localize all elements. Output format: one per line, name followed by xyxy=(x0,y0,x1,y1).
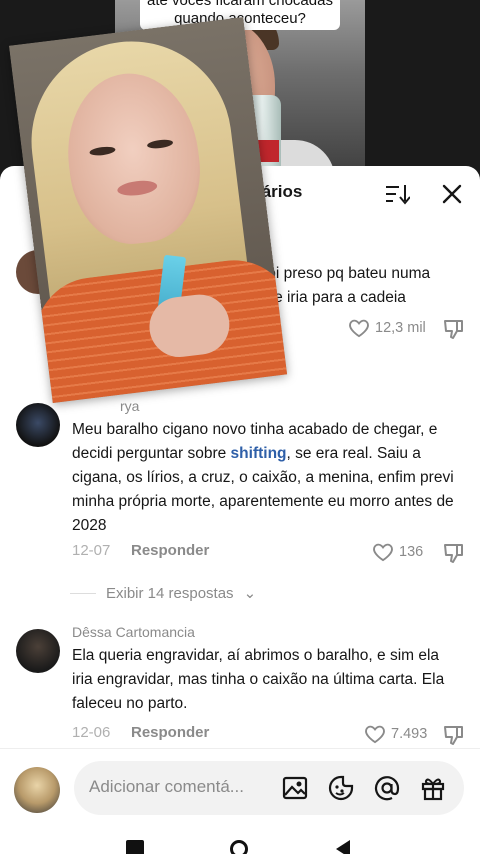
view-replies-label: Exibir 14 respostas xyxy=(106,584,234,602)
divider xyxy=(70,592,96,594)
hashtag-link[interactable]: shifting xyxy=(231,445,287,462)
heart-icon xyxy=(373,543,393,562)
comment-username[interactable]: Dêssa Cartomancia xyxy=(72,624,195,640)
recents-icon[interactable] xyxy=(126,840,144,854)
home-icon[interactable] xyxy=(230,840,248,854)
comment-input-bar: Adicionar comentá... xyxy=(0,748,480,828)
heart-icon xyxy=(349,319,369,338)
dislike-icon[interactable] xyxy=(442,542,464,564)
dislike-icon[interactable] xyxy=(442,318,464,340)
overlay-eye xyxy=(89,145,116,157)
comment-text: Meu baralho cigano novo tinha acabado de… xyxy=(72,418,462,538)
comment-username[interactable]: rya xyxy=(120,398,139,414)
like-count: 12,3 mil xyxy=(375,320,426,336)
heart-icon xyxy=(365,725,385,744)
comment-text-line: e foi preso pq bateu numa xyxy=(250,265,431,282)
reply-button[interactable]: Responder xyxy=(131,542,209,559)
avatar[interactable] xyxy=(16,629,60,673)
like-button[interactable]: 12,3 mil xyxy=(348,318,426,338)
dislike-icon[interactable] xyxy=(442,724,464,746)
overlay-video xyxy=(8,16,288,404)
avatar[interactable] xyxy=(16,403,60,447)
like-count: 136 xyxy=(399,544,424,560)
like-button[interactable]: 7.493 xyxy=(364,724,427,744)
comment-date: 12-06 xyxy=(72,724,111,741)
overlay-eye xyxy=(146,138,174,150)
chevron-down-icon: ⌄ xyxy=(243,585,257,602)
comment-text-line: ele iria para a cadeia xyxy=(262,289,406,306)
sort-icon[interactable] xyxy=(386,183,410,205)
comment-text: Ela queria engravidar, aí abrimos o bara… xyxy=(72,647,445,712)
mention-icon[interactable] xyxy=(374,775,400,801)
back-icon[interactable] xyxy=(336,840,350,854)
comment-date: 12-07 xyxy=(72,542,111,559)
emoji-icon[interactable] xyxy=(328,775,354,801)
like-button[interactable]: 136 xyxy=(372,542,423,562)
close-icon[interactable] xyxy=(440,182,464,206)
image-icon[interactable] xyxy=(282,775,308,801)
system-navbar xyxy=(0,828,480,854)
reply-button[interactable]: Responder xyxy=(131,724,209,741)
avatar[interactable] xyxy=(14,767,60,813)
gift-icon[interactable] xyxy=(420,775,446,801)
view-replies-button[interactable]: Exibir 14 respostas ⌄ xyxy=(70,584,256,602)
comment-input-placeholder: Adicionar comentá... xyxy=(89,777,244,796)
like-count: 7.493 xyxy=(391,726,428,742)
comment-input[interactable]: Adicionar comentá... xyxy=(74,761,464,815)
